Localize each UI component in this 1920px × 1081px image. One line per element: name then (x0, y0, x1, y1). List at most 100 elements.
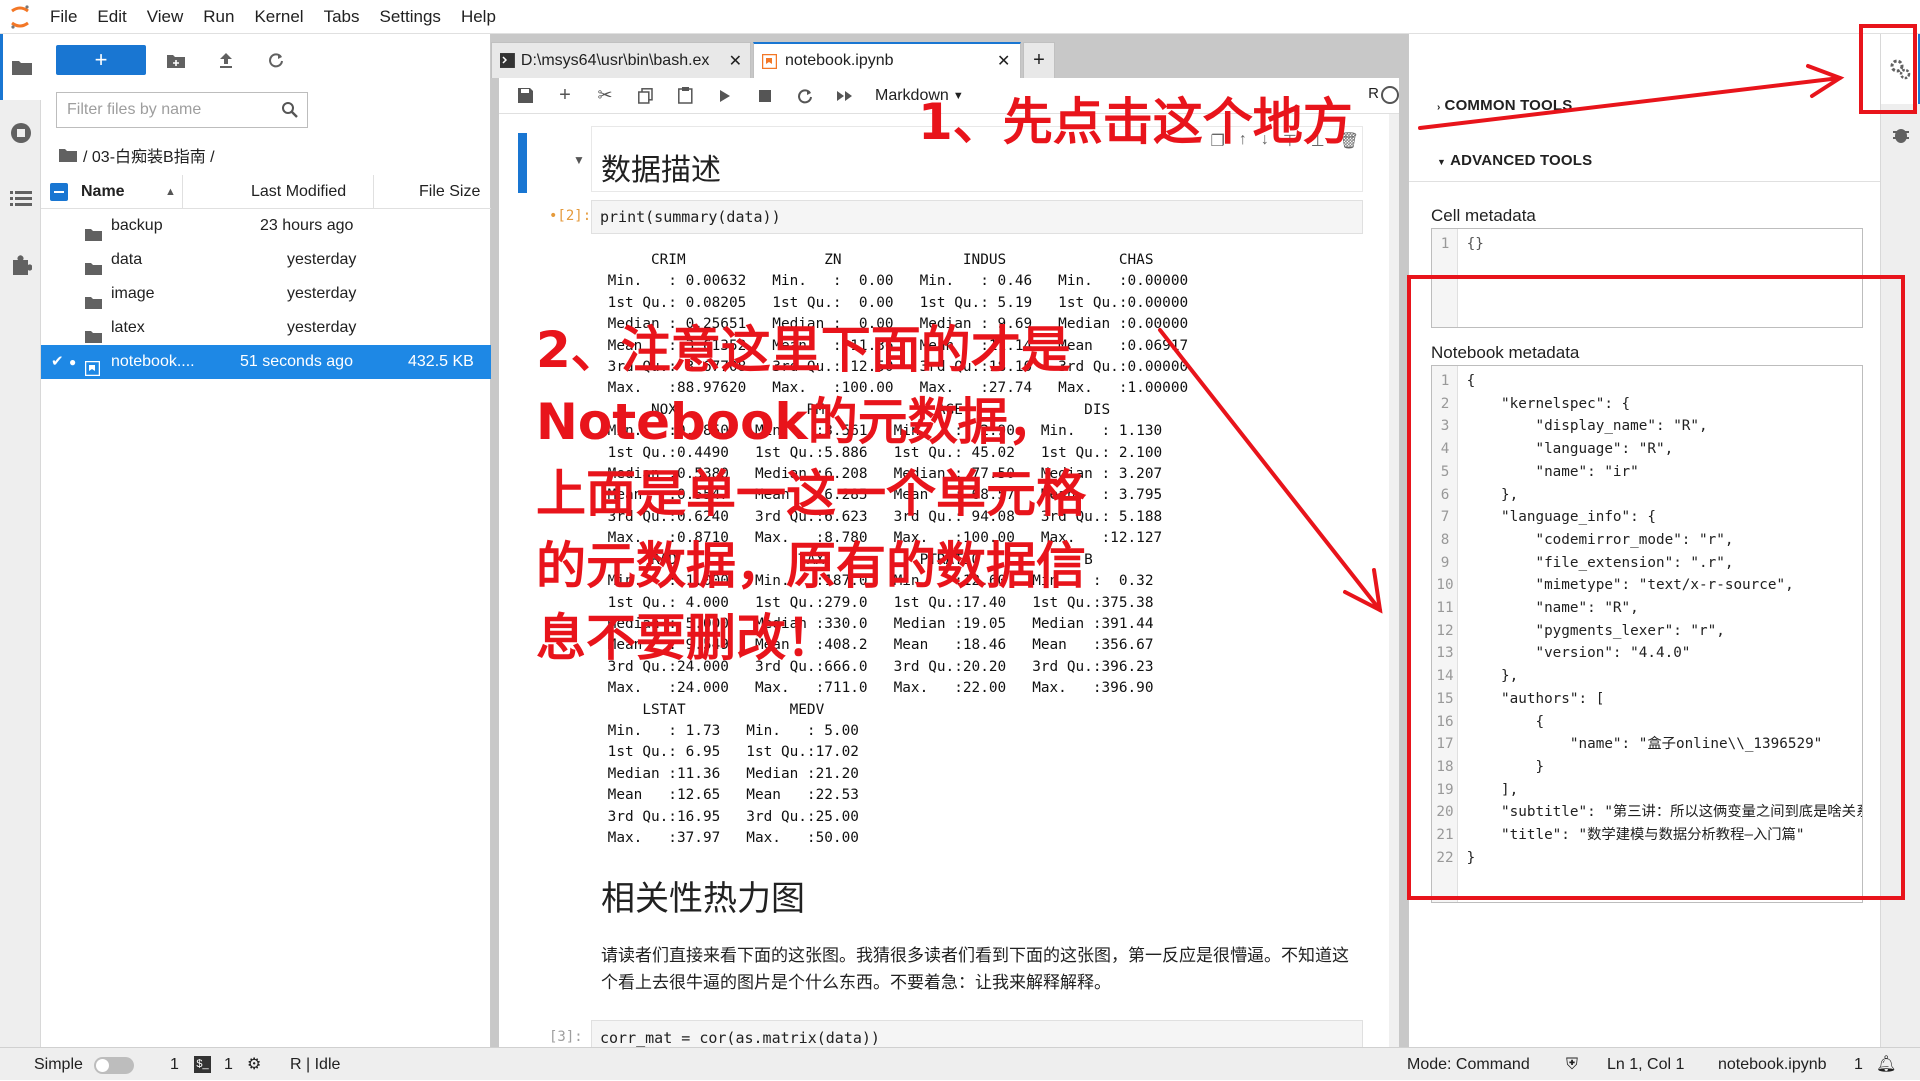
kernel-name[interactable]: R (1368, 85, 1379, 102)
notification-count[interactable]: 1 (1854, 1048, 1863, 1081)
stop-circle-icon (10, 123, 31, 143)
document-tab-bar: D:\msys64\usr\bin\bash.ex ✕ notebook.ipy… (491, 42, 1408, 78)
menu-view[interactable]: View (137, 0, 194, 34)
file-size: 432.5 KB (408, 353, 474, 370)
file-list-header: Name ▲ Last Modified File Size (41, 175, 491, 209)
folder-icon[interactable] (59, 148, 77, 162)
simple-mode-toggle[interactable] (94, 1057, 134, 1074)
upload-button[interactable] (206, 45, 246, 75)
checkmark-icon[interactable]: ✔ (51, 345, 64, 379)
interrupt-button[interactable] (747, 81, 783, 111)
file-modified: 51 seconds ago (240, 353, 353, 370)
tab-terminal[interactable]: D:\msys64\usr\bin\bash.ex ✕ (491, 42, 751, 78)
restart-button[interactable] (787, 81, 823, 111)
running-dot-icon: ● (69, 355, 77, 369)
annotation-text-step1: 1、先点击这个地方 (918, 93, 1353, 151)
select-all-checkbox[interactable] (50, 183, 68, 201)
annotation-box-notebook-metadata (1407, 275, 1905, 900)
collapse-toggle-icon[interactable]: ▼ (573, 153, 585, 167)
file-name: backup (111, 217, 163, 234)
cut-button[interactable]: ✂ (587, 81, 623, 111)
mode-indicator: Mode: Command (1407, 1056, 1530, 1073)
folder-icon (85, 254, 102, 275)
bell-icon[interactable]: 🔔︎ (1876, 1048, 1896, 1081)
file-row-notebook[interactable]: ✔ ● notebook.... 51 seconds ago 432.5 KB (41, 345, 491, 379)
file-row-data[interactable]: data yesterday (41, 243, 491, 277)
refresh-button[interactable] (256, 45, 296, 75)
paste-button[interactable] (667, 81, 703, 111)
play-icon (720, 89, 730, 102)
kernel-status[interactable]: R | Idle (290, 1048, 340, 1081)
status-bar: Simple 1 $_ 1 ⚙ R | Idle Mode: Command ⛨… (0, 1047, 1920, 1080)
cursor-position[interactable]: Ln 1, Col 1 (1607, 1048, 1684, 1081)
column-divider (373, 175, 374, 209)
code-cell-input[interactable]: corr_mat = cor(as.matrix(data)) (591, 1020, 1363, 1047)
bug-icon (1893, 129, 1909, 143)
menu-settings[interactable]: Settings (370, 0, 451, 34)
table-of-contents-tab[interactable] (0, 166, 41, 232)
heading-correlation-heatmap: 相关性热力图 (601, 880, 805, 918)
heading-data-description: 数据描述 (601, 154, 721, 187)
code-cell-input[interactable]: print(summary(data)) (591, 200, 1363, 234)
notebook-scrollbar[interactable] (1389, 114, 1399, 1047)
new-folder-icon (167, 54, 185, 68)
common-tools-section[interactable]: › COMMON TOOLS (1437, 97, 1572, 114)
terminal-icon: $_ (194, 1056, 211, 1073)
new-launcher-button[interactable]: + (56, 45, 146, 75)
column-modified-header[interactable]: Last Modified (251, 175, 346, 209)
folder-icon (85, 288, 102, 309)
extension-manager-tab[interactable] (0, 232, 41, 298)
terminals-count[interactable]: 1 (170, 1048, 179, 1081)
column-size-header[interactable]: File Size (419, 175, 480, 209)
file-row-image[interactable]: image yesterday (41, 277, 491, 311)
menu-kernel[interactable]: Kernel (244, 0, 313, 34)
insert-cell-button[interactable]: + (547, 81, 583, 111)
file-row-backup[interactable]: backup 23 hours ago (41, 209, 491, 243)
trust-shield-icon[interactable]: ⛨ (1566, 1048, 1578, 1081)
markdown-paragraph: 请读者们直接来看下面的这张图。我猜很多读者们看到下面的这张图，第一反应是很懵逼。… (601, 946, 1349, 992)
column-divider (182, 175, 183, 209)
kernel-status-icon (1381, 86, 1399, 104)
active-cell-indicator (518, 133, 527, 193)
cell-prompt: [3]: (549, 1029, 583, 1045)
running-sessions-tab[interactable] (0, 100, 41, 166)
filter-files-input[interactable] (57, 93, 267, 127)
file-browser-tab[interactable] (0, 34, 41, 100)
file-row-latex[interactable]: latex yesterday (41, 311, 491, 345)
kernel-gear-icon: ⚙ (247, 1056, 262, 1073)
section-label: ADVANCED TOOLS (1450, 152, 1593, 169)
run-button[interactable] (707, 81, 743, 111)
menu-file[interactable]: File (40, 0, 87, 34)
kernels-count[interactable]: 1 (224, 1048, 233, 1081)
folder-icon (12, 61, 32, 75)
column-name-header[interactable]: Name (81, 175, 125, 209)
close-icon[interactable]: ✕ (997, 51, 1010, 71)
tab-label: notebook.ipynb (785, 52, 894, 69)
terminal-icon (500, 53, 515, 68)
tab-notebook[interactable]: notebook.ipynb ✕ (753, 42, 1021, 78)
cell-prompt: •[2]: (549, 208, 592, 224)
file-modified: 23 hours ago (260, 217, 354, 234)
chevron-down-icon: ▼ (1437, 157, 1447, 167)
run-all-button[interactable] (827, 81, 863, 111)
upload-icon (220, 53, 232, 68)
menu-edit[interactable]: Edit (87, 0, 136, 34)
advanced-tools-section[interactable]: ▼ ADVANCED TOOLS (1437, 152, 1592, 169)
new-folder-button[interactable] (156, 45, 196, 75)
folder-icon (85, 322, 102, 343)
plus-icon: + (559, 84, 571, 106)
annotation-text-step2: 2、注意这里下面的才是Notebook的元数据，上面是单一这一个单元格的元数据，… (536, 321, 1086, 667)
file-name: data (111, 251, 143, 268)
file-browser-toolbar: + (41, 34, 490, 86)
sort-ascending-icon: ▲ (165, 186, 176, 198)
close-icon[interactable]: ✕ (729, 51, 742, 71)
menu-run[interactable]: Run (193, 0, 244, 34)
file-modified: yesterday (287, 285, 357, 302)
new-tab-button[interactable]: + (1023, 42, 1055, 78)
copy-button[interactable] (627, 81, 663, 111)
save-button[interactable] (507, 81, 543, 111)
divider (1409, 181, 1881, 182)
menu-tabs[interactable]: Tabs (314, 0, 370, 34)
breadcrumb-path[interactable]: / 03-白痴装B指南 / (83, 143, 215, 167)
menu-help[interactable]: Help (451, 0, 506, 34)
